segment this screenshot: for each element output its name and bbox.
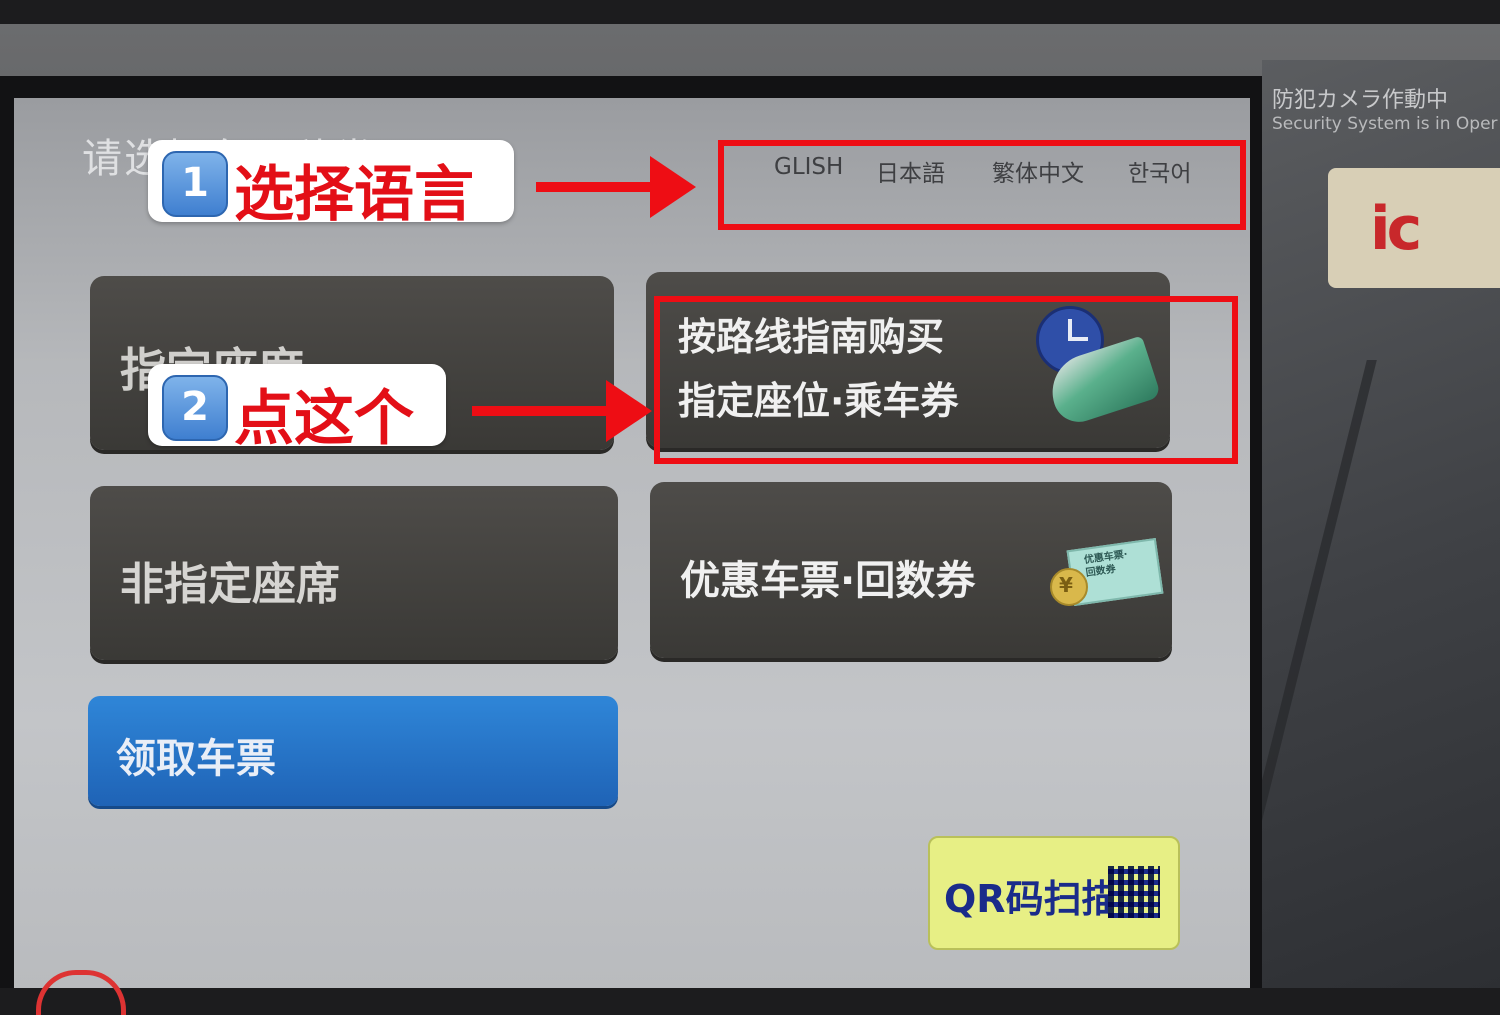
non-reserved-seat-button[interactable]: 非指定座席: [90, 486, 618, 660]
coupon-icon-text: 优惠车票· 回数券: [1083, 549, 1129, 580]
ic-card-reader[interactable]: ic: [1328, 168, 1500, 288]
language-highlight-box: [718, 140, 1246, 230]
qr-code-icon: [1108, 866, 1160, 918]
step1-text: 选择语言: [234, 160, 474, 230]
pickup-label: 领取车票: [116, 736, 276, 782]
panel-edge: [1237, 360, 1500, 880]
discount-ticket-button[interactable]: 优惠车票·回数券 优惠车票· 回数券 ¥: [650, 482, 1172, 658]
arrow-to-language-icon: [536, 156, 696, 218]
arrow-to-route-guide-icon: [472, 380, 652, 442]
step1-callout: 1 选择语言: [148, 140, 514, 230]
qr-scan-button[interactable]: QR码扫描: [928, 836, 1180, 950]
touch-screen: 请选择车票种类 GLISH 日本語 繁体中文 한국어 指定座席 按路线指南购买 …: [14, 98, 1250, 988]
non-reserved-label: 非指定座席: [120, 559, 340, 610]
discount-label: 优惠车票·回数券: [680, 558, 976, 604]
camera-notice-ja: 防犯カメラ作動中: [1272, 88, 1449, 113]
route-guide-highlight-box: [654, 296, 1238, 464]
pickup-ticket-button[interactable]: 领取车票: [88, 696, 618, 806]
step2-text: 点这个: [234, 384, 414, 454]
yen-coin-icon: ¥: [1050, 568, 1088, 606]
camera-notice-en: Security System is in Oper: [1272, 114, 1498, 134]
ic-logo-icon: ic: [1370, 194, 1422, 264]
step2-number-badge: 2: [162, 375, 228, 441]
step1-number-badge: 1: [162, 151, 228, 217]
step2-callout: 2 点这个: [148, 364, 446, 454]
qr-scan-label: QR码扫描: [944, 877, 1120, 921]
